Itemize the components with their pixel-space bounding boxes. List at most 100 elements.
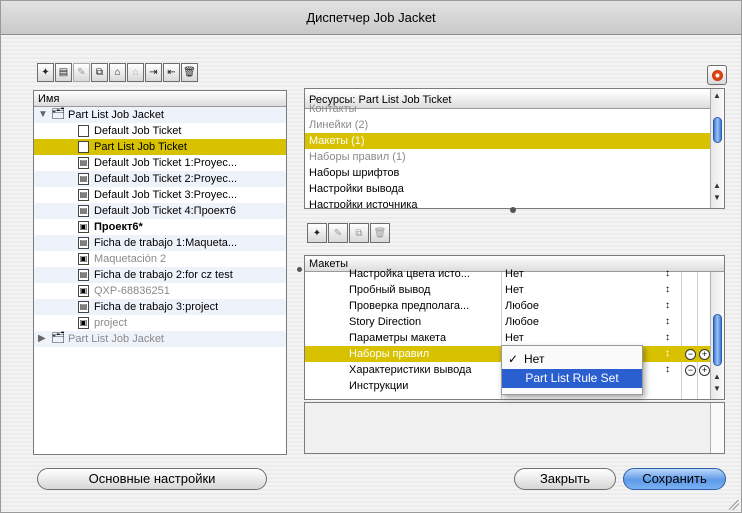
setting-value[interactable]: Любое xyxy=(505,314,539,330)
main-toolbar: ✦ ▤ ✎ ⧉ ⌂ ⌂ ⇥ ⇤ 🗑 xyxy=(37,63,199,84)
layout-setting-row[interactable]: Настройка цвета исто... Нет ↕ xyxy=(305,266,710,282)
tree-row[interactable]: Default Job Ticket xyxy=(34,123,286,139)
import-icon: ⇥ xyxy=(149,67,158,78)
resource-item[interactable]: Линейки (2) xyxy=(305,117,710,133)
tree-row[interactable]: ▼ 🗂 Part List Job Jacket xyxy=(34,107,286,123)
layout-setting-row[interactable]: Параметры макета Нет ↕ xyxy=(305,330,710,346)
tree-row[interactable]: ▣ Проект6* xyxy=(34,219,286,235)
tree-row[interactable]: ▤ Ficha de trabajo 1:Maqueta... xyxy=(34,235,286,251)
general-settings-button[interactable]: Основные настройки xyxy=(37,468,267,490)
popup-arrows-icon[interactable]: ↕ xyxy=(665,282,670,298)
tree-row[interactable]: ▤ Ficha de trabajo 2:for cz test xyxy=(34,267,286,283)
resource-item[interactable]: Контакты xyxy=(305,101,710,117)
tree-row[interactable]: ▣ Maquetación 2 xyxy=(34,251,286,267)
setting-name: Story Direction xyxy=(349,316,422,328)
duplicate-button[interactable]: ⧉ xyxy=(91,63,108,82)
layout-setting-row[interactable]: Проверка предполага... Любое ↕ xyxy=(305,298,710,314)
close-button[interactable]: Закрыть xyxy=(514,468,616,490)
duplicate-layout-icon: ⧉ xyxy=(355,227,363,239)
setting-name: Наборы правил xyxy=(349,348,430,360)
scroll-up-icon[interactable]: ▲ xyxy=(713,372,721,381)
disclosure-expanded-icon[interactable]: ▼ xyxy=(38,107,48,123)
popup-arrows-icon[interactable]: ↕ xyxy=(665,330,670,346)
popup-arrows-icon[interactable]: ↕ xyxy=(665,346,670,362)
setting-name: Характеристики вывода xyxy=(349,364,472,376)
setting-value[interactable]: Нет xyxy=(505,330,524,346)
resource-item[interactable]: Макеты (1) xyxy=(305,133,710,149)
resource-item[interactable]: Наборы шрифтов xyxy=(305,165,710,181)
tree-row-label: Ficha de trabajo 3:project xyxy=(94,301,219,313)
new-ticket-button[interactable]: ▤ xyxy=(55,63,72,82)
save-button[interactable]: Сохранить xyxy=(623,468,726,490)
duplicate-layout-button[interactable]: ⧉ xyxy=(349,223,369,243)
window-title-bar[interactable]: Диспетчер Job Jacket xyxy=(1,1,741,35)
tree-row[interactable]: Part List Job Ticket xyxy=(34,139,286,155)
resource-item[interactable]: Наборы правил (1) xyxy=(305,149,710,165)
edit-layout-button[interactable]: ✎ xyxy=(328,223,348,243)
tree-row[interactable]: ▶ 🗂 Part List Job Jacket xyxy=(34,331,286,347)
popup-arrows-icon[interactable]: ↕ xyxy=(665,266,670,282)
splitter-handle[interactable] xyxy=(510,207,516,213)
tree-row[interactable]: ▤ Default Job Ticket 3:Proyec... xyxy=(34,187,286,203)
layout-setting-row[interactable]: Story Direction Любое ↕ xyxy=(305,314,710,330)
scroll-up-icon[interactable]: ▲ xyxy=(713,181,721,190)
import-button[interactable]: ⇥ xyxy=(145,63,162,82)
delete-button[interactable]: 🗑 xyxy=(181,63,198,82)
new-layout-icon: ✦ xyxy=(312,227,322,239)
tree-row[interactable]: ▤ Default Job Ticket 1:Proyec... xyxy=(34,155,286,171)
scroll-down-icon[interactable]: ▼ xyxy=(713,193,721,202)
job-jacket-tree: Имя ▼ 🗂 Part List Job Jacket Default Job Ti… xyxy=(33,90,287,455)
export-button[interactable]: ⇤ xyxy=(163,63,180,82)
window-title: Диспетчер Job Jacket xyxy=(306,10,436,25)
new-layout-button[interactable]: ✦ xyxy=(307,223,327,243)
menu-item-part-list-rule-set[interactable]: Part List Rule Set xyxy=(502,369,642,388)
menu-item-none[interactable]: ✓ Нет xyxy=(502,350,642,369)
add-icon[interactable]: + xyxy=(699,365,710,376)
open-button[interactable]: ⌂ xyxy=(109,63,126,82)
edit-layout-icon: ✎ xyxy=(333,227,343,239)
doc-icon: ▤ xyxy=(78,157,89,169)
add-icon[interactable]: + xyxy=(699,349,710,360)
setting-value[interactable]: Нет xyxy=(505,282,524,298)
new-jacket-button[interactable]: ✦ xyxy=(37,63,54,82)
ticket-icon xyxy=(78,125,89,137)
layouts-scrollbar[interactable]: ▲ ▼ xyxy=(710,272,724,399)
jacket-icon: 🗂 xyxy=(51,332,65,344)
resources-scrollbar[interactable]: ▲ ▲ ▼ xyxy=(710,89,724,208)
scroll-down-icon[interactable]: ▼ xyxy=(713,384,721,393)
resize-grip-icon[interactable] xyxy=(729,500,739,510)
open-disabled-button[interactable]: ⌂ xyxy=(127,63,144,82)
resource-item[interactable]: Настройки вывода xyxy=(305,181,710,197)
popup-arrows-icon[interactable]: ↕ xyxy=(665,314,670,330)
scroll-up-icon[interactable]: ▲ xyxy=(713,91,721,100)
project-icon: ▣ xyxy=(78,253,89,265)
layouts-scroll-thumb[interactable] xyxy=(713,314,722,366)
popup-arrows-icon[interactable]: ↕ xyxy=(665,298,670,314)
tree-row[interactable]: ▤ Default Job Ticket 2:Proyec... xyxy=(34,171,286,187)
description-scrollbar[interactable] xyxy=(710,403,724,453)
popup-arrows-icon[interactable]: ↕ xyxy=(665,362,670,378)
setting-name: Настройка цвета исто... xyxy=(349,268,470,280)
settings-button[interactable] xyxy=(707,65,727,85)
tree-row[interactable]: ▤ Ficha de trabajo 3:project xyxy=(34,299,286,315)
menu-item-none-label: Нет xyxy=(524,352,545,366)
checkmark-icon: ✓ xyxy=(508,352,519,366)
splitter-handle[interactable] xyxy=(297,267,302,272)
export-icon: ⇤ xyxy=(167,67,176,78)
tree-row[interactable]: ▣ QXP-68836251 xyxy=(34,283,286,299)
tree-header[interactable]: Имя xyxy=(34,91,286,107)
tree-row[interactable]: ▣ project xyxy=(34,315,286,331)
resources-scroll-thumb[interactable] xyxy=(713,117,722,143)
resource-item[interactable]: Настройки источника xyxy=(305,197,710,208)
delete-layout-button[interactable]: 🗑 xyxy=(370,223,390,243)
setting-value[interactable]: Нет xyxy=(505,266,524,282)
remove-icon[interactable]: − xyxy=(685,349,696,360)
doc-icon: ▤ xyxy=(78,205,89,217)
setting-value[interactable]: Любое xyxy=(505,298,539,314)
edit-button[interactable]: ✎ xyxy=(73,63,90,82)
disclosure-collapsed-icon[interactable]: ▶ xyxy=(38,331,46,347)
remove-icon[interactable]: − xyxy=(685,365,696,376)
tree-row[interactable]: ▤ Default Job Ticket 4:Проект6 xyxy=(34,203,286,219)
setting-name: Пробный вывод xyxy=(349,284,431,296)
layout-setting-row[interactable]: Пробный вывод Нет ↕ xyxy=(305,282,710,298)
